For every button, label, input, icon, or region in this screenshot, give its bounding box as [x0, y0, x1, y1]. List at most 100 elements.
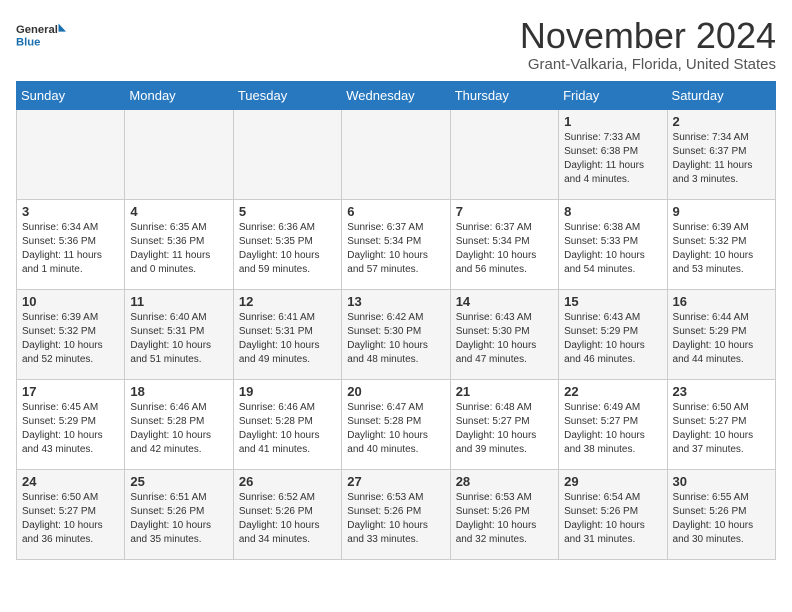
day-cell: 20 Sunrise: 6:47 AM Sunset: 5:28 PM Dayli…: [342, 379, 450, 469]
day-number: 5: [239, 204, 336, 219]
weekday-header-row: SundayMondayTuesdayWednesdayThursdayFrid…: [17, 81, 776, 109]
day-cell: 3 Sunrise: 6:34 AM Sunset: 5:36 PM Daylig…: [17, 199, 125, 289]
day-number: 27: [347, 474, 444, 489]
day-cell: 6 Sunrise: 6:37 AM Sunset: 5:34 PM Daylig…: [342, 199, 450, 289]
day-cell: 5 Sunrise: 6:36 AM Sunset: 5:35 PM Daylig…: [233, 199, 341, 289]
day-number: 25: [130, 474, 227, 489]
day-info: Sunrise: 6:37 AM Sunset: 5:34 PM Dayligh…: [347, 221, 444, 277]
day-number: 13: [347, 294, 444, 309]
day-cell: 28 Sunrise: 6:53 AM Sunset: 5:26 PM Dayli…: [450, 469, 558, 559]
day-info: Sunrise: 6:39 AM Sunset: 5:32 PM Dayligh…: [673, 221, 770, 277]
day-number: 30: [673, 474, 770, 489]
day-info: Sunrise: 6:48 AM Sunset: 5:27 PM Dayligh…: [456, 401, 553, 457]
day-cell: 17 Sunrise: 6:45 AM Sunset: 5:29 PM Dayli…: [17, 379, 125, 469]
day-number: 4: [130, 204, 227, 219]
day-number: 11: [130, 294, 227, 309]
weekday-header-tuesday: Tuesday: [233, 81, 341, 109]
day-info: Sunrise: 6:52 AM Sunset: 5:26 PM Dayligh…: [239, 491, 336, 547]
day-number: 7: [456, 204, 553, 219]
day-cell: 15 Sunrise: 6:43 AM Sunset: 5:29 PM Dayli…: [559, 289, 667, 379]
day-cell: 22 Sunrise: 6:49 AM Sunset: 5:27 PM Dayli…: [559, 379, 667, 469]
day-info: Sunrise: 6:35 AM Sunset: 5:36 PM Dayligh…: [130, 221, 227, 277]
day-number: 15: [564, 294, 661, 309]
day-info: Sunrise: 6:43 AM Sunset: 5:29 PM Dayligh…: [564, 311, 661, 367]
day-cell: 2 Sunrise: 7:34 AM Sunset: 6:37 PM Daylig…: [667, 109, 775, 199]
day-number: 16: [673, 294, 770, 309]
day-cell: 30 Sunrise: 6:55 AM Sunset: 5:26 PM Dayli…: [667, 469, 775, 559]
week-row-5: 24 Sunrise: 6:50 AM Sunset: 5:27 PM Dayli…: [17, 469, 776, 559]
day-number: 3: [22, 204, 119, 219]
day-number: 20: [347, 384, 444, 399]
day-number: 9: [673, 204, 770, 219]
day-cell: 25 Sunrise: 6:51 AM Sunset: 5:26 PM Dayli…: [125, 469, 233, 559]
day-info: Sunrise: 6:38 AM Sunset: 5:33 PM Dayligh…: [564, 221, 661, 277]
day-number: 8: [564, 204, 661, 219]
day-number: 19: [239, 384, 336, 399]
day-cell: 23Sunrise: 6:50 AM Sunset: 5:27 PM Dayli…: [667, 379, 775, 469]
week-row-4: 17 Sunrise: 6:45 AM Sunset: 5:29 PM Dayli…: [17, 379, 776, 469]
day-info: Sunrise: 6:55 AM Sunset: 5:26 PM Dayligh…: [673, 491, 770, 547]
day-cell: 16 Sunrise: 6:44 AM Sunset: 5:29 PM Dayli…: [667, 289, 775, 379]
svg-text:Blue: Blue: [16, 36, 40, 48]
calendar-title: November 2024: [520, 16, 776, 56]
day-info: Sunrise: 6:53 AM Sunset: 5:26 PM Dayligh…: [456, 491, 553, 547]
day-cell: 21 Sunrise: 6:48 AM Sunset: 5:27 PM Dayli…: [450, 379, 558, 469]
day-info: Sunrise: 6:41 AM Sunset: 5:31 PM Dayligh…: [239, 311, 336, 367]
day-info: Sunrise: 6:34 AM Sunset: 5:36 PM Dayligh…: [22, 221, 119, 277]
week-row-3: 10 Sunrise: 6:39 AM Sunset: 5:32 PM Dayli…: [17, 289, 776, 379]
day-info: Sunrise: 6:43 AM Sunset: 5:30 PM Dayligh…: [456, 311, 553, 367]
day-info: Sunrise: 6:37 AM Sunset: 5:34 PM Dayligh…: [456, 221, 553, 277]
day-cell: 7 Sunrise: 6:37 AM Sunset: 5:34 PM Daylig…: [450, 199, 558, 289]
logo: General Blue: [16, 16, 66, 56]
day-info: Sunrise: 6:46 AM Sunset: 5:28 PM Dayligh…: [130, 401, 227, 457]
day-info: Sunrise: 6:50 AM Sunset: 5:27 PM Dayligh…: [22, 491, 119, 547]
day-number: 6: [347, 204, 444, 219]
day-cell: 12Sunrise: 6:41 AM Sunset: 5:31 PM Dayli…: [233, 289, 341, 379]
day-cell: 1Sunrise: 7:33 AM Sunset: 6:38 PM Daylig…: [559, 109, 667, 199]
weekday-header-monday: Monday: [125, 81, 233, 109]
day-cell: [17, 109, 125, 199]
weekday-header-sunday: Sunday: [17, 81, 125, 109]
day-info: Sunrise: 6:50 AM Sunset: 5:27 PM Dayligh…: [673, 401, 770, 457]
day-cell: [450, 109, 558, 199]
day-info: Sunrise: 6:54 AM Sunset: 5:26 PM Dayligh…: [564, 491, 661, 547]
day-info: Sunrise: 6:42 AM Sunset: 5:30 PM Dayligh…: [347, 311, 444, 367]
day-number: 10: [22, 294, 119, 309]
day-cell: 13 Sunrise: 6:42 AM Sunset: 5:30 PM Dayli…: [342, 289, 450, 379]
day-number: 14: [456, 294, 553, 309]
logo-svg: General Blue: [16, 16, 66, 56]
day-info: Sunrise: 6:49 AM Sunset: 5:27 PM Dayligh…: [564, 401, 661, 457]
day-info: Sunrise: 6:39 AM Sunset: 5:32 PM Dayligh…: [22, 311, 119, 367]
weekday-header-thursday: Thursday: [450, 81, 558, 109]
header: General Blue November 2024 Grant-Valkari…: [16, 16, 776, 73]
week-row-2: 3 Sunrise: 6:34 AM Sunset: 5:36 PM Daylig…: [17, 199, 776, 289]
day-number: 29: [564, 474, 661, 489]
weekday-header-saturday: Saturday: [667, 81, 775, 109]
day-cell: 10 Sunrise: 6:39 AM Sunset: 5:32 PM Dayli…: [17, 289, 125, 379]
day-cell: 29 Sunrise: 6:54 AM Sunset: 5:26 PM Dayli…: [559, 469, 667, 559]
day-number: 21: [456, 384, 553, 399]
calendar-table: SundayMondayTuesdayWednesdayThursdayFrid…: [16, 81, 776, 560]
day-info: Sunrise: 6:51 AM Sunset: 5:26 PM Dayligh…: [130, 491, 227, 547]
day-cell: [125, 109, 233, 199]
week-row-1: 1Sunrise: 7:33 AM Sunset: 6:38 PM Daylig…: [17, 109, 776, 199]
day-number: 28: [456, 474, 553, 489]
day-info: Sunrise: 6:53 AM Sunset: 5:26 PM Dayligh…: [347, 491, 444, 547]
day-number: 1: [564, 114, 661, 129]
day-cell: 9 Sunrise: 6:39 AM Sunset: 5:32 PM Daylig…: [667, 199, 775, 289]
day-info: Sunrise: 6:45 AM Sunset: 5:29 PM Dayligh…: [22, 401, 119, 457]
day-info: Sunrise: 6:36 AM Sunset: 5:35 PM Dayligh…: [239, 221, 336, 277]
day-info: Sunrise: 6:47 AM Sunset: 5:28 PM Dayligh…: [347, 401, 444, 457]
day-number: 2: [673, 114, 770, 129]
day-cell: 18 Sunrise: 6:46 AM Sunset: 5:28 PM Dayli…: [125, 379, 233, 469]
day-number: 22: [564, 384, 661, 399]
day-number: 24: [22, 474, 119, 489]
day-info: Sunrise: 7:34 AM Sunset: 6:37 PM Dayligh…: [673, 131, 770, 187]
day-cell: 26Sunrise: 6:52 AM Sunset: 5:26 PM Dayli…: [233, 469, 341, 559]
day-info: Sunrise: 6:44 AM Sunset: 5:29 PM Dayligh…: [673, 311, 770, 367]
day-number: 18: [130, 384, 227, 399]
day-number: 17: [22, 384, 119, 399]
day-cell: 24 Sunrise: 6:50 AM Sunset: 5:27 PM Dayli…: [17, 469, 125, 559]
day-info: Sunrise: 6:40 AM Sunset: 5:31 PM Dayligh…: [130, 311, 227, 367]
calendar-subtitle: Grant-Valkaria, Florida, United States: [520, 56, 776, 73]
